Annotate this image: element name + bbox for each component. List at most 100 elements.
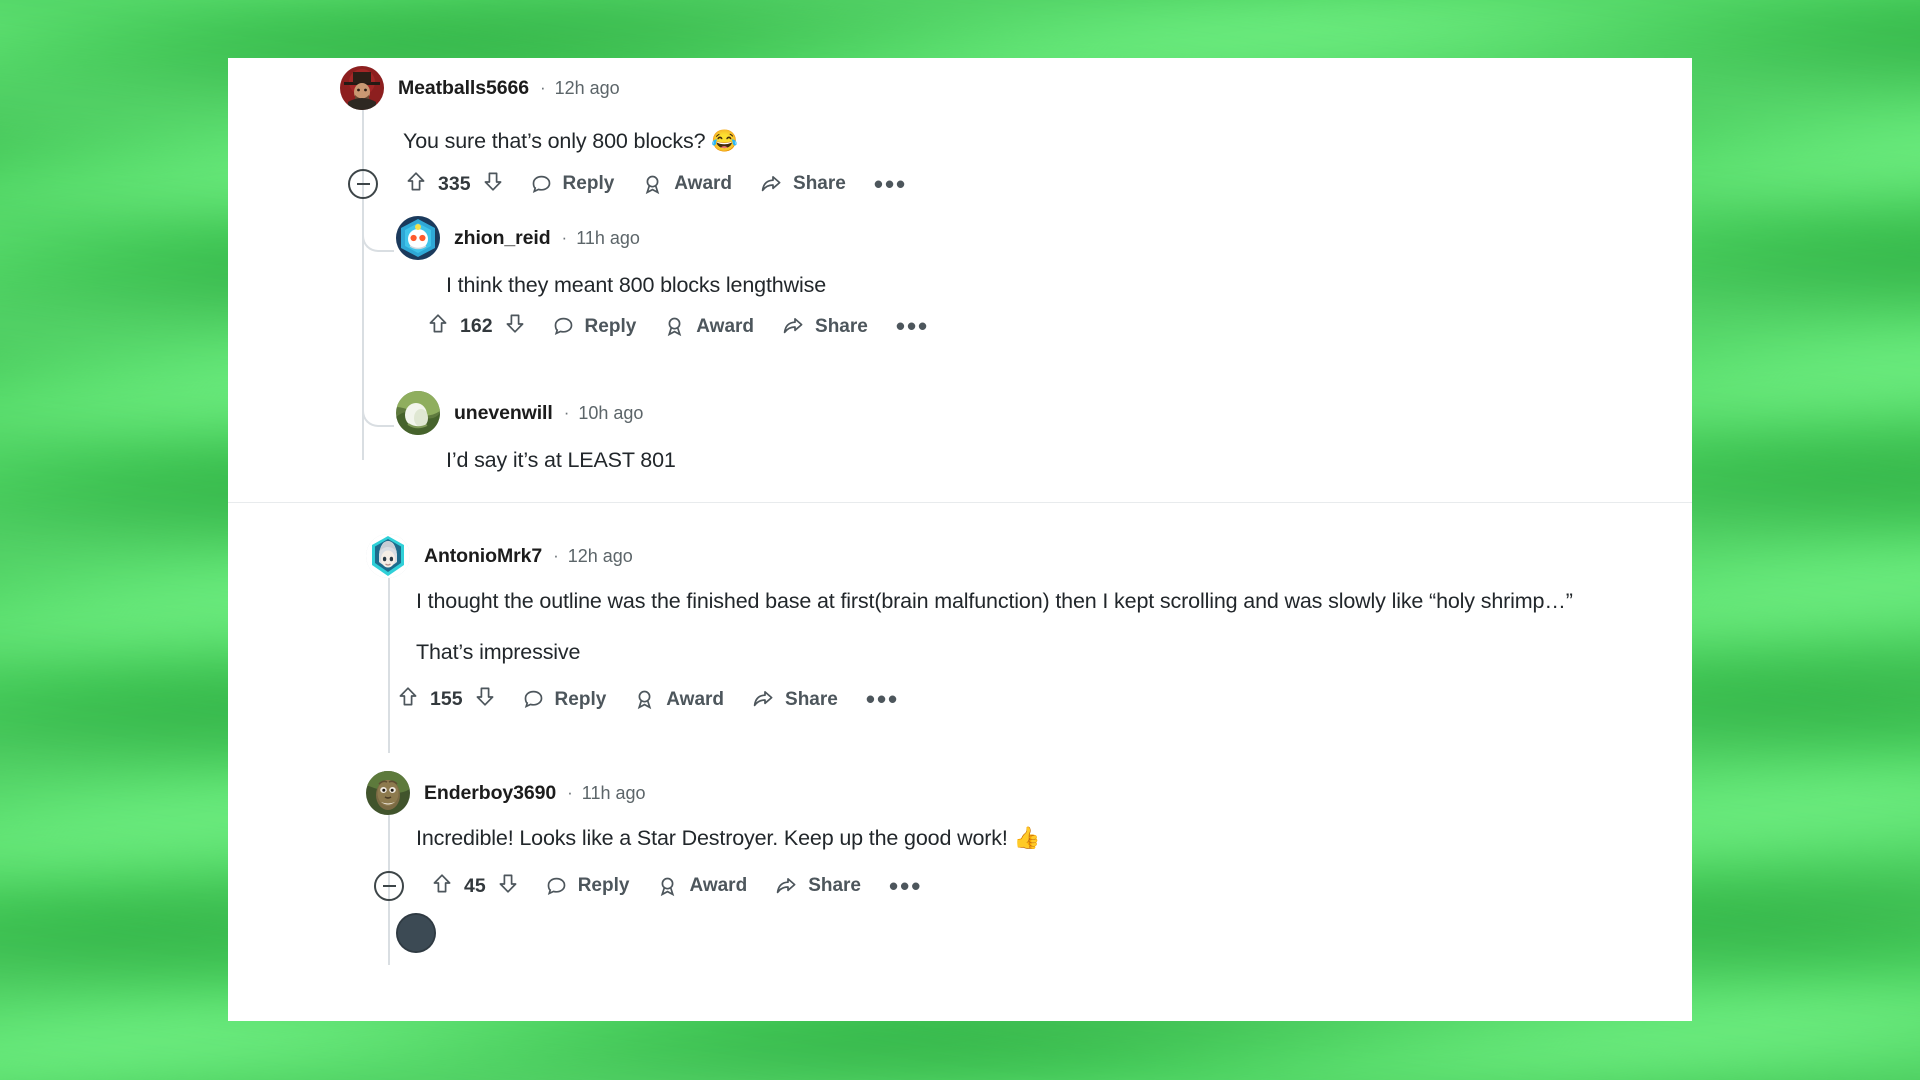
upvote-icon[interactable] [398,686,418,713]
separator: · [563,403,570,422]
downvote-icon[interactable] [475,686,495,713]
comment-username[interactable]: zhion_reid [454,227,551,250]
thread-curve [362,395,394,427]
more-options-button[interactable]: ••• [866,686,899,712]
reply-label: Reply [562,173,615,194]
vote-group: 162 [428,313,525,340]
award-icon [657,876,678,897]
reply-button[interactable]: Reply [531,173,615,195]
comment-paragraph: I’d say it’s at LEAST 801 [446,448,676,472]
comment-actions: 155 Reply Award Share ••• [398,686,899,713]
avatar[interactable] [366,534,410,578]
collapse-comment-button[interactable] [374,871,404,901]
vote-count: 45 [464,874,486,897]
comment-paragraph: You sure that’s only 800 blocks? 😂 [403,129,738,153]
comment-body: I thought the outline was the finished b… [416,586,1606,667]
more-options-button[interactable]: ••• [889,873,922,899]
comment-username[interactable]: Enderboy3690 [424,782,556,805]
share-label: Share [785,688,838,710]
comment-actions: 335 Reply Award Share ••• [348,169,907,199]
share-icon [760,174,782,195]
snoo-avatar-icon [396,216,440,260]
comment-body: Incredible! Looks like a Star Destroyer.… [416,823,1606,854]
reply-label: Reply [554,688,607,710]
reply-label: Reply [577,875,630,896]
comment-header: zhion_reid · 11h ago [396,216,640,260]
comment-bubble-icon [546,876,567,897]
share-icon [775,876,797,897]
comment-timestamp: 11h ago [576,227,640,248]
upvote-icon[interactable] [432,873,452,900]
comment-header: Enderboy3690 · 11h ago [366,771,646,815]
share-button[interactable]: Share [782,316,868,338]
comment-username[interactable]: AntonioMrk7 [424,545,542,568]
award-icon [664,316,685,337]
thread-line [388,578,390,753]
award-icon [634,689,655,710]
share-button[interactable]: Share [775,875,861,897]
award-label: Award [674,173,733,194]
reply-label: Reply [584,315,637,337]
share-icon [752,689,774,710]
downvote-icon[interactable] [505,313,525,340]
avatar[interactable] [340,66,384,110]
cowboy-avatar-icon [340,66,384,110]
avatar[interactable] [396,391,440,435]
separator: · [567,783,573,802]
vote-group: 335 [406,171,503,198]
vote-count: 335 [438,172,471,195]
reply-button[interactable]: Reply [553,315,637,338]
collapse-comment-button[interactable] [348,169,378,199]
downvote-icon[interactable] [498,873,518,900]
upvote-icon[interactable] [406,171,426,198]
comment-paragraph: I think they meant 800 blocks lengthwise [446,273,827,297]
vote-group: 155 [398,686,495,713]
share-button[interactable]: Share [760,173,846,195]
reply-button[interactable]: Reply [523,688,607,711]
comment-actions: 162 Reply Award Share ••• [428,313,929,340]
nature-avatar-icon [396,391,440,435]
separator: · [539,78,546,97]
avatar[interactable] [396,216,440,260]
share-label: Share [808,875,861,896]
downvote-icon[interactable] [483,171,503,198]
vote-count: 162 [460,315,493,337]
separator: · [553,546,559,565]
comment-timestamp: 10h ago [578,402,644,423]
award-button[interactable]: Award [664,316,754,338]
share-button[interactable]: Share [752,689,838,711]
award-button[interactable]: Award [657,875,747,897]
separator: · [561,228,568,247]
award-label: Award [689,875,748,896]
avatar-partial-next[interactable] [396,913,436,953]
award-label: Award [666,688,725,710]
comment-paragraph: I thought the outline was the finished b… [416,589,1573,613]
comment-body: I think they meant 800 blocks lengthwise [446,270,1446,301]
comment-paragraph: That’s impressive [416,639,581,664]
comments-card: Meatballs5666 · 12h ago You sure that’s … [228,58,1692,1021]
comment-body: You sure that’s only 800 blocks? 😂 [403,126,1503,157]
comment-body: I’d say it’s at LEAST 801 [446,445,1446,476]
comment-header: unevenwill · 10h ago [396,391,643,435]
award-button[interactable]: Award [634,689,724,711]
thread-curve [362,220,394,252]
share-label: Share [815,315,868,337]
more-options-button[interactable]: ••• [874,171,907,197]
award-button[interactable]: Award [642,173,732,195]
comment-bubble-icon [523,689,544,710]
anime-avatar-icon [366,534,410,578]
comment-username[interactable]: unevenwill [454,402,553,425]
comment-header: Meatballs5666 · 12h ago [340,66,620,110]
comment-username[interactable]: Meatballs5666 [398,77,529,100]
more-options-button[interactable]: ••• [896,313,929,339]
reply-button[interactable]: Reply [546,875,630,897]
avatar[interactable] [366,771,410,815]
comment-paragraph: Incredible! Looks like a Star Destroyer.… [416,826,1041,850]
comment-bubble-icon [531,174,552,195]
comment-bubble-icon [553,316,574,337]
troll-face-avatar-icon [366,771,410,815]
share-icon [782,316,804,337]
vote-group: 45 [432,873,518,900]
upvote-icon[interactable] [428,313,448,340]
comment-timestamp: 11h ago [581,782,646,803]
